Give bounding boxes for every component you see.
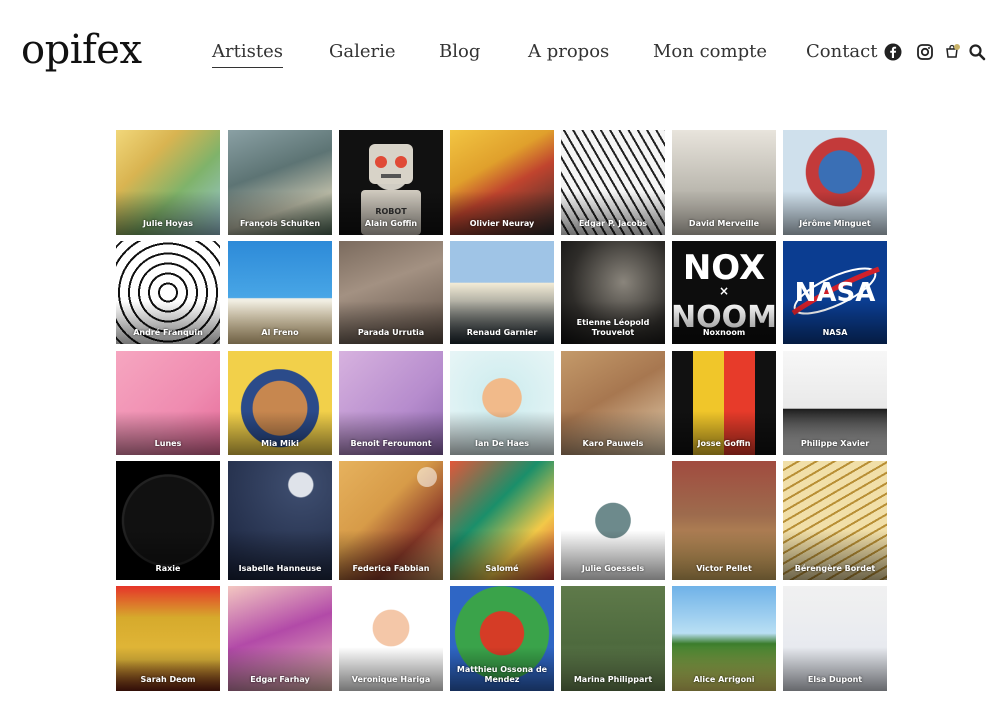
artist-tile[interactable]: Veronique Hariga <box>339 586 443 691</box>
instagram-icon[interactable] <box>916 43 934 61</box>
artist-tile[interactable]: Edgar Farhay <box>228 586 332 691</box>
nav-a-propos[interactable]: A propos <box>528 40 609 64</box>
artist-name: François Schuiten <box>239 219 321 228</box>
nav-contact[interactable]: Contact <box>806 40 877 64</box>
cart-icon[interactable] <box>944 43 962 61</box>
artist-tile[interactable]: Edgar P. Jacobs <box>561 130 665 235</box>
artist-tile[interactable]: Marina Philippart <box>561 586 665 691</box>
site-logo[interactable]: opifex <box>21 30 142 70</box>
artist-tile[interactable]: Mia Miki <box>228 351 332 455</box>
artist-name: Salomé <box>485 564 519 573</box>
artist-tile[interactable]: Olivier Neuray <box>450 130 554 235</box>
artist-tile[interactable]: David Merveille <box>672 130 776 235</box>
artist-tile[interactable]: Josse Goffin <box>672 351 776 455</box>
zoom-icon[interactable] <box>417 467 437 487</box>
artist-tile[interactable]: Isabelle Hanneuse <box>228 461 332 580</box>
artist-name: Julie Goessels <box>581 564 645 573</box>
nav-mon-compte[interactable]: Mon compte <box>653 40 767 64</box>
artist-name: Marina Philippart <box>573 675 653 684</box>
artist-name: Lunes <box>154 439 182 448</box>
artist-name: David Merveille <box>688 219 760 228</box>
artist-grid: Julie Hoyas François Schuiten ROBOTAlain G… <box>116 130 889 691</box>
nav-galerie[interactable]: Galerie <box>329 40 396 64</box>
artist-name: Edgar Farhay <box>250 675 310 684</box>
artist-tile[interactable]: Elsa Dupont <box>783 586 887 691</box>
artist-tile[interactable]: Etienne Léopold Trouvelot <box>561 241 665 344</box>
artist-name: Raxie <box>155 564 181 573</box>
artist-name: Karo Pauwels <box>582 439 644 448</box>
artist-tile[interactable]: Parada Urrutia <box>339 241 443 344</box>
artist-name: Julie Hoyas <box>143 219 193 228</box>
artist-name: Jérôme Minguet <box>799 219 871 228</box>
artist-tile[interactable]: Philippe Xavier <box>783 351 887 455</box>
artist-tile[interactable]: Ian De Haes <box>450 351 554 455</box>
artist-tile[interactable]: Alice Arrigoni <box>672 586 776 691</box>
artist-tile[interactable]: Bérengère Bordet <box>783 461 887 580</box>
artist-name: Ian De Haes <box>475 439 529 448</box>
artist-name: Veronique Hariga <box>351 675 431 684</box>
artist-name: Isabelle Hanneuse <box>238 564 322 573</box>
artist-name: Etienne Léopold Trouvelot <box>576 318 650 337</box>
artist-name: Olivier Neuray <box>469 219 535 228</box>
artist-tile[interactable]: ROBOTAlain Goffin <box>339 130 443 235</box>
artist-name: Bérengère Bordet <box>794 564 876 573</box>
search-icon[interactable] <box>968 43 986 61</box>
artist-name: Josse Goffin <box>697 439 751 448</box>
artist-name: Victor Pellet <box>696 564 752 573</box>
artist-tile[interactable]: NOX×NOOMNoxnoom <box>672 241 776 344</box>
artist-tile[interactable]: Raxie <box>116 461 220 580</box>
artist-name: Mia Miki <box>261 439 299 448</box>
artist-tile[interactable]: Al Freno <box>228 241 332 344</box>
artist-name: Edgar P. Jacobs <box>578 219 648 228</box>
artist-tile[interactable]: Federica Fabbian <box>339 461 443 580</box>
artist-name: Federica Fabbian <box>352 564 430 573</box>
artist-name: Benoit Feroumont <box>350 439 432 448</box>
svg-text:NOX: NOX <box>683 248 765 288</box>
facebook-icon[interactable] <box>884 43 902 61</box>
artist-tile[interactable]: Victor Pellet <box>672 461 776 580</box>
svg-text:×: × <box>719 284 729 298</box>
artist-name: Sarah Deom <box>140 675 196 684</box>
artist-name: Philippe Xavier <box>800 439 870 448</box>
artist-name: Elsa Dupont <box>807 675 863 684</box>
artist-name: Alain Goffin <box>364 219 418 228</box>
nav-blog[interactable]: Blog <box>439 40 480 64</box>
artist-tile[interactable]: Salomé <box>450 461 554 580</box>
artist-tile[interactable]: Sarah Deom <box>116 586 220 691</box>
artist-name: André Franquin <box>133 328 203 337</box>
artist-tile[interactable]: Jérôme Minguet <box>783 130 887 235</box>
artist-name: Matthieu Ossona de Mendez <box>456 665 548 684</box>
artist-tile[interactable]: Julie Hoyas <box>116 130 220 235</box>
artist-tile[interactable]: Renaud Garnier <box>450 241 554 344</box>
artist-name: NASA <box>822 328 848 337</box>
artist-tile[interactable]: Julie Goessels <box>561 461 665 580</box>
artist-tile[interactable]: Lunes <box>116 351 220 455</box>
artist-name: Renaud Garnier <box>466 328 538 337</box>
artist-name: Al Freno <box>261 328 299 337</box>
artist-tile[interactable]: François Schuiten <box>228 130 332 235</box>
artist-tile[interactable]: André Franquin <box>116 241 220 344</box>
artist-tile[interactable]: Matthieu Ossona de Mendez <box>450 586 554 691</box>
artist-tile[interactable]: Karo Pauwels <box>561 351 665 455</box>
nav-artistes[interactable]: Artistes <box>212 40 283 68</box>
artist-name: Noxnoom <box>702 328 746 337</box>
artist-name: Parada Urrutia <box>357 328 425 337</box>
artist-tile[interactable]: NASA NASA <box>783 241 887 344</box>
artist-tile[interactable]: Benoit Feroumont <box>339 351 443 455</box>
artist-name: Alice Arrigoni <box>693 675 755 684</box>
